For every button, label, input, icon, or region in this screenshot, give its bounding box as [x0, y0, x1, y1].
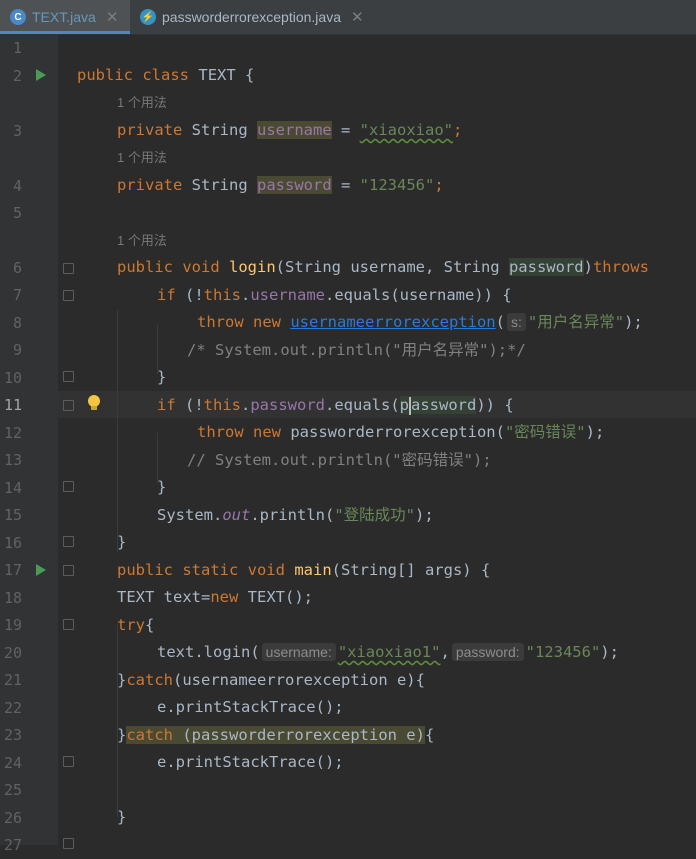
- line-number: 2: [12, 67, 22, 85]
- line-number: 9: [12, 341, 22, 359]
- java-class-icon: C: [10, 9, 26, 25]
- fold-icon[interactable]: [63, 481, 74, 492]
- java-exception-icon: ⚡: [140, 9, 156, 25]
- code-line-20: text.login(username: "xiaoxiao1", password…: [157, 643, 619, 661]
- line-number: 10: [3, 369, 22, 387]
- line-number: 6: [12, 259, 22, 277]
- line-number: 22: [3, 699, 22, 717]
- parameter-hint: username:: [261, 643, 336, 661]
- line-number: 23: [3, 726, 22, 744]
- code-line-8: throw new usernameerrorexception(s: "用户名异…: [197, 313, 643, 331]
- code-line-12: throw new passworderrorexception("密码错误")…: [197, 423, 605, 441]
- line-number: 13: [3, 451, 22, 469]
- line-number: 19: [3, 616, 22, 634]
- code-line-26: }: [117, 808, 127, 826]
- code-line-4: private String password = "123456";: [117, 176, 444, 194]
- code-line-14: }: [157, 478, 167, 496]
- code-line-6: public void login(String username, Strin…: [117, 258, 649, 276]
- code-line-16: }: [117, 533, 127, 551]
- line-number: 12: [3, 424, 22, 442]
- code-line-13: // System.out.println("密码错误");: [187, 451, 492, 469]
- close-icon[interactable]: ✕: [351, 8, 364, 26]
- tab-text-java[interactable]: C TEXT.java ✕: [0, 0, 130, 34]
- line-number: 14: [3, 479, 22, 497]
- indent-guide: [117, 625, 118, 817]
- code-line-15: System.out.println("登陆成功");: [157, 506, 434, 524]
- line-number: 17: [3, 561, 22, 579]
- tab-passworderrorexception-java[interactable]: ⚡ passworderrorexception.java ✕: [138, 0, 408, 34]
- code-line-21: }catch(usernameerrorexception e){: [117, 671, 425, 689]
- code-line-19: try{: [117, 616, 155, 634]
- tab-label: TEXT.java: [32, 9, 96, 25]
- line-number: 24: [3, 754, 22, 772]
- run-icon[interactable]: [36, 564, 46, 576]
- line-number: 3: [12, 122, 22, 140]
- usage-hint[interactable]: 1 个用法: [117, 144, 167, 171]
- parameter-hint: password:: [451, 643, 524, 661]
- run-icon[interactable]: [36, 69, 46, 81]
- tab-label: passworderrorexception.java: [162, 9, 341, 25]
- code-line-9: /* System.out.println("用户名异常");*/: [187, 341, 526, 359]
- code-line-3: private String username = "xiaoxiao";: [117, 121, 463, 139]
- close-icon[interactable]: ✕: [106, 8, 119, 26]
- fold-icon[interactable]: [63, 263, 74, 274]
- usage-hint[interactable]: 1 个用法: [117, 227, 167, 254]
- fold-icon[interactable]: [63, 536, 74, 547]
- line-number: 15: [3, 506, 22, 524]
- line-number: 26: [3, 809, 22, 827]
- indent-guide: [117, 310, 118, 553]
- editor-tab-bar: C TEXT.java ✕ ⚡ passworderrorexception.j…: [0, 0, 696, 35]
- code-line-23: }catch (passworderrorexception e){: [117, 726, 435, 744]
- line-number: 27: [3, 836, 22, 854]
- line-number: 18: [3, 589, 22, 607]
- code-editor[interactable]: 1 2 3 4 5 6 7 8 9 10 11 12 13 14 15 16 1…: [0, 34, 696, 854]
- line-number: 1: [12, 39, 22, 57]
- line-number: 16: [3, 534, 22, 552]
- line-number: 11: [3, 396, 22, 414]
- fold-icon[interactable]: [63, 838, 74, 849]
- line-number: 25: [3, 781, 22, 799]
- code-line-18: TEXT text=new TEXT();: [117, 588, 313, 606]
- code-line-7: if (!this.username.equals(username)) {: [157, 286, 512, 304]
- code-line-2: public class TEXT {: [77, 66, 255, 84]
- line-number: 4: [12, 177, 22, 195]
- line-number: 7: [12, 286, 22, 304]
- lightbulb-icon[interactable]: [88, 395, 100, 410]
- fold-icon[interactable]: [63, 619, 74, 630]
- line-number: 21: [3, 671, 22, 689]
- code-line-10: }: [157, 368, 167, 386]
- line-number: 8: [12, 314, 22, 332]
- fold-icon[interactable]: [63, 290, 74, 301]
- fold-icon[interactable]: [63, 756, 74, 767]
- code-line-17: public static void main(String[] args) {: [117, 561, 491, 579]
- parameter-hint: s:: [507, 313, 526, 331]
- code-line-24: e.printStackTrace();: [157, 753, 344, 771]
- code-line-11: if (!this.password.equals(p assword)) {: [157, 396, 514, 415]
- fold-icon[interactable]: [63, 565, 74, 576]
- fold-icon[interactable]: [63, 371, 74, 382]
- usage-hint[interactable]: 1 个用法: [117, 89, 167, 116]
- line-number: 20: [3, 644, 22, 662]
- code-line-22: e.printStackTrace();: [157, 698, 344, 716]
- line-number: 5: [12, 204, 22, 222]
- fold-icon[interactable]: [63, 400, 74, 411]
